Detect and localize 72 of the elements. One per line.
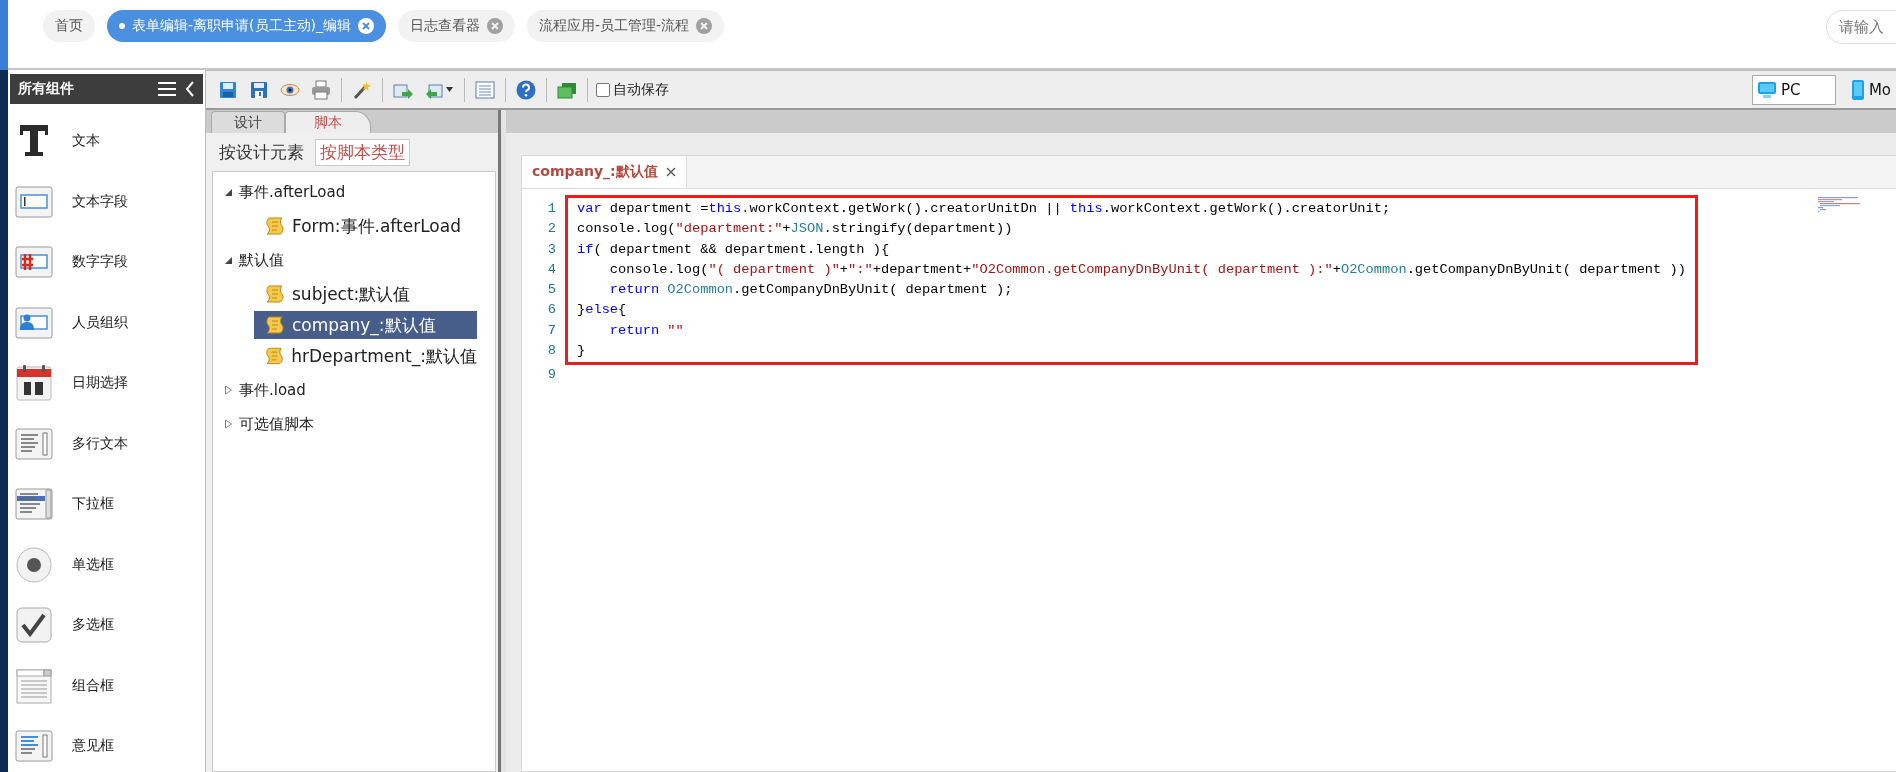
checkbox[interactable] xyxy=(596,82,610,97)
line-number: 8 xyxy=(546,342,556,361)
code-line: if( department && department.length ){ xyxy=(565,239,1698,260)
tree-item[interactable]: company_:默认值 xyxy=(254,311,477,339)
minimap-drawing xyxy=(1818,197,1860,215)
close-icon[interactable] xyxy=(358,18,374,34)
code-line: console.log("department:"+JSON.stringify(department)) xyxy=(565,219,1698,240)
checkbox-icon xyxy=(14,605,54,646)
line-number: 5 xyxy=(546,281,556,300)
component-item[interactable]: 数字字段 xyxy=(8,232,205,293)
monitor-icon xyxy=(1756,79,1777,100)
editor-tab[interactable]: company_:默认值 xyxy=(522,156,687,188)
tree-group[interactable]: 可选值脚本 xyxy=(213,407,314,441)
code-line: var department =this.workContext.getWork().creatorUnitDn || this.workContext.getWork().creatorUnit; xyxy=(565,195,1698,220)
splitter[interactable] xyxy=(498,110,506,772)
close-icon[interactable] xyxy=(665,167,676,177)
component-item[interactable]: 文本字段 xyxy=(8,171,205,232)
component-item[interactable]: 文本 xyxy=(8,111,205,172)
caret-icon[interactable] xyxy=(224,187,233,197)
tree-item[interactable]: hrDepartment_:默认值 xyxy=(254,342,477,370)
auto-save-checkbox[interactable]: 自动保存 xyxy=(596,80,669,99)
tree-group[interactable]: 事件.load xyxy=(213,373,306,407)
line-number: 9 xyxy=(546,366,556,385)
sidebar-title: 所有组件 xyxy=(18,80,75,98)
phone-icon xyxy=(1850,78,1865,101)
search-field[interactable]: 请输入 xyxy=(1826,10,1896,44)
component-item[interactable]: 组合框 xyxy=(8,655,205,716)
code-line: return "" xyxy=(565,320,1698,342)
view-tab[interactable]: 按脚本类型 xyxy=(315,138,410,166)
scroll-icon xyxy=(264,345,286,367)
help-icon xyxy=(515,78,537,101)
component-item[interactable]: 意见框 xyxy=(8,716,205,772)
page-tab[interactable]: 流程应用-员工管理-流程 xyxy=(527,10,725,42)
component-item[interactable]: 单选框 xyxy=(8,534,205,595)
page-tab[interactable]: 首页 xyxy=(43,10,95,42)
scroll-icon xyxy=(264,283,286,305)
scroll-icon xyxy=(264,314,286,336)
line-number: 1 xyxy=(546,200,556,218)
page-tab[interactable]: 日志查看器 xyxy=(398,10,515,42)
code-line: console.log("( department )"+":"+department+"O2Common.getCompanyDnByUnit( department ):"+O2Common.getCompanyDnByUnit( department )) xyxy=(565,259,1698,281)
list-icon xyxy=(474,78,496,101)
calendar-icon xyxy=(14,363,54,404)
line-number: 3 xyxy=(546,240,556,259)
scroll-icon xyxy=(264,215,286,237)
view-tab[interactable]: 按设计元素 xyxy=(214,138,309,166)
chevron-left-icon[interactable] xyxy=(185,81,195,97)
printer-icon xyxy=(310,78,332,101)
panel-tab[interactable]: 设计 xyxy=(211,111,285,133)
line-number: 6 xyxy=(546,301,556,320)
component-item[interactable]: 多选框 xyxy=(8,595,205,656)
component-item[interactable]: 日期选择 xyxy=(8,353,205,414)
component-item[interactable]: 人员组织 xyxy=(8,292,205,353)
tree-group[interactable]: 事件.afterLoad xyxy=(213,175,346,209)
panel-tab[interactable]: 脚本 xyxy=(285,111,371,133)
radio-icon xyxy=(14,544,54,585)
component-item[interactable]: 多行文本 xyxy=(8,413,205,474)
line-number: 4 xyxy=(546,260,556,279)
line-number: 2 xyxy=(546,220,556,239)
component-item[interactable]: 下拉框 xyxy=(8,474,205,535)
code-line: }else{ xyxy=(565,300,1698,321)
line-number: 7 xyxy=(546,321,556,340)
caret-icon xyxy=(446,87,453,92)
code-line: } xyxy=(565,341,1698,366)
dot-icon xyxy=(119,23,125,29)
menu-icon[interactable] xyxy=(157,81,177,97)
device-toggle[interactable]: Mo xyxy=(1845,74,1896,105)
caret-icon[interactable] xyxy=(224,255,233,265)
device-toggle[interactable]: PC xyxy=(1751,74,1836,105)
tree-group[interactable]: 默认值 xyxy=(213,243,284,277)
tree-item[interactable]: Form:事件.afterLoad xyxy=(254,212,477,240)
code-line: return O2Common.getCompanyDnByUnit( department ); xyxy=(565,280,1698,301)
tree-item[interactable]: subject:默认值 xyxy=(254,280,477,308)
